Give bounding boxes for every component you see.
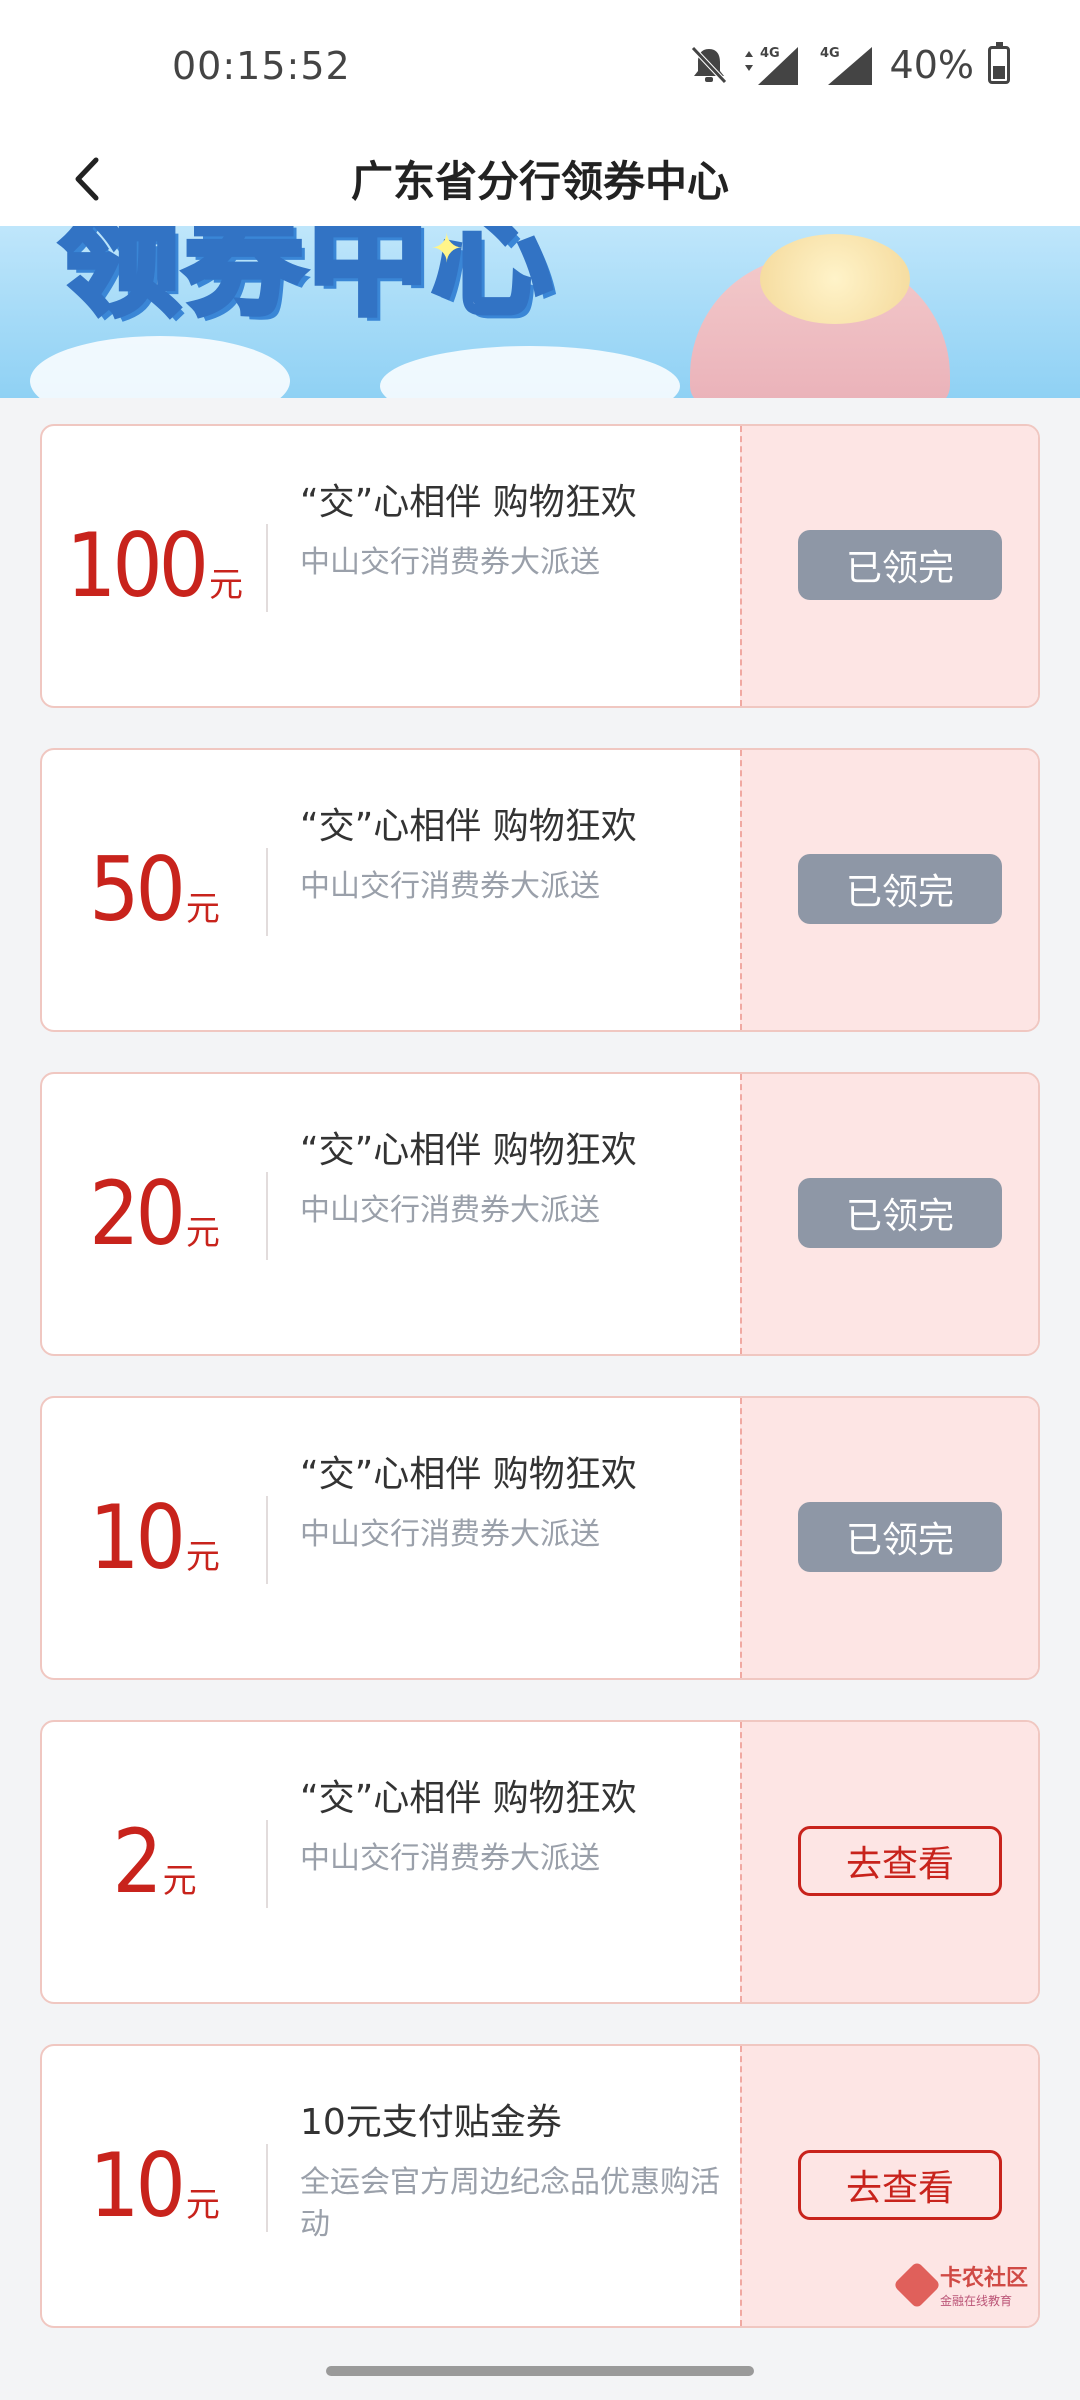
divider bbox=[266, 848, 268, 936]
coupon-title: “交”心相伴 购物狂欢 bbox=[300, 1454, 637, 1495]
network-label-1: 4G bbox=[760, 46, 780, 61]
coupon-card: 50 元 “交”心相伴 购物狂欢 中山交行消费券大派送 已领完 bbox=[40, 748, 1040, 1032]
coupon-title: “交”心相伴 购物狂欢 bbox=[300, 1130, 637, 1171]
view-coupon-button[interactable]: 去查看 bbox=[798, 2150, 1002, 2220]
amount-value: 50 bbox=[89, 838, 186, 941]
coupon-list: 100 元 “交”心相伴 购物狂欢 中山交行消费券大派送 已领完 50 元 “交… bbox=[40, 424, 1040, 2368]
amount-unit: 元 bbox=[185, 1212, 220, 1253]
coupon-amount: 10 元 bbox=[42, 2046, 267, 2326]
network-label-2: 4G bbox=[820, 46, 840, 61]
coupon-info: “交”心相伴 购物狂欢 中山交行消费券大派送 bbox=[300, 1774, 730, 1880]
bell-off-icon bbox=[690, 46, 727, 84]
signal-icon: 4G bbox=[744, 46, 798, 85]
coupon-info: “交”心相伴 购物狂欢 中山交行消费券大派送 bbox=[300, 478, 730, 584]
claimed-out-button[interactable]: 已领完 bbox=[798, 854, 1002, 924]
status-bar: 00:15:52 4G 4G 40% bbox=[0, 0, 1080, 130]
coupon-card: 100 元 “交”心相伴 购物狂欢 中山交行消费券大派送 已领完 bbox=[40, 424, 1040, 708]
coupon-subtitle: 中山交行消费券大派送 bbox=[300, 1841, 600, 1876]
coupon-title: “交”心相伴 购物狂欢 bbox=[300, 806, 637, 847]
coupon-stub: 去查看 bbox=[740, 1722, 1038, 2002]
coupon-subtitle: 中山交行消费券大派送 bbox=[300, 1517, 600, 1552]
amount-value: 10 bbox=[89, 1486, 186, 1589]
amount-unit: 元 bbox=[185, 888, 220, 929]
divider bbox=[266, 2144, 268, 2232]
coupon-stub: 已领完 bbox=[740, 1398, 1038, 1678]
app-header: 广东省分行领券中心 bbox=[0, 130, 1080, 226]
amount-unit: 元 bbox=[185, 2184, 220, 2225]
watermark-subtitle: 金融在线教育 bbox=[940, 2294, 1013, 2308]
coupon-info: “交”心相伴 购物狂欢 中山交行消费券大派送 bbox=[300, 802, 730, 908]
coupon-stub: 已领完 bbox=[740, 426, 1038, 706]
view-coupon-button[interactable]: 去查看 bbox=[798, 1826, 1002, 1896]
claimed-out-button[interactable]: 已领完 bbox=[798, 530, 1002, 600]
coupon-subtitle: 中山交行消费券大派送 bbox=[300, 869, 600, 904]
coupon-info: 10元支付贴金券 全运会官方周边纪念品优惠购活动 bbox=[300, 2098, 730, 2246]
divider bbox=[266, 1496, 268, 1584]
coupon-info: “交”心相伴 购物狂欢 中山交行消费券大派送 bbox=[300, 1126, 730, 1232]
coupon-card: 2 元 “交”心相伴 购物狂欢 中山交行消费券大派送 去查看 bbox=[40, 1720, 1040, 2004]
watermark: 卡农社区 金融在线教育 bbox=[892, 2260, 1029, 2309]
coupon-amount: 20 元 bbox=[42, 1074, 267, 1354]
home-indicator[interactable] bbox=[326, 2366, 754, 2376]
coupon-title: “交”心相伴 购物狂欢 bbox=[300, 482, 637, 523]
coupon-amount: 10 元 bbox=[42, 1398, 267, 1678]
coupon-subtitle: 中山交行消费券大派送 bbox=[300, 1193, 600, 1228]
battery-percent: 40% bbox=[889, 43, 974, 87]
coupon-card: 10 元 “交”心相伴 购物狂欢 中山交行消费券大派送 已领完 bbox=[40, 1396, 1040, 1680]
status-time: 00:15:52 bbox=[172, 44, 351, 88]
amount-unit: 元 bbox=[185, 1536, 220, 1577]
battery-icon bbox=[988, 42, 1010, 84]
coupon-title: 10元支付贴金券 bbox=[300, 2102, 562, 2143]
coupon-title: “交”心相伴 购物狂欢 bbox=[300, 1778, 637, 1819]
coupon-stub: 已领完 bbox=[740, 750, 1038, 1030]
watermark-logo-icon bbox=[892, 2260, 942, 2309]
divider bbox=[266, 1172, 268, 1260]
amount-value: 100 bbox=[65, 514, 209, 617]
watermark-title: 卡农社区 bbox=[940, 2266, 1029, 2291]
claimed-out-button[interactable]: 已领完 bbox=[798, 1502, 1002, 1572]
coupon-stub: 已领完 bbox=[740, 1074, 1038, 1354]
amount-value: 20 bbox=[89, 1162, 186, 1265]
coupon-subtitle: 中山交行消费券大派送 bbox=[300, 545, 600, 580]
amount-unit: 元 bbox=[209, 564, 244, 605]
amount-unit: 元 bbox=[162, 1860, 197, 1901]
claimed-out-button[interactable]: 已领完 bbox=[798, 1178, 1002, 1248]
amount-value: 10 bbox=[89, 2134, 186, 2237]
coupon-amount: 50 元 bbox=[42, 750, 267, 1030]
banner-image: 领券中心 ✦ bbox=[0, 226, 1080, 398]
coupon-amount: 100 元 bbox=[42, 426, 267, 706]
banner-text: 领券中心 bbox=[57, 226, 556, 335]
divider bbox=[266, 1820, 268, 1908]
coupon-amount: 2 元 bbox=[42, 1722, 267, 2002]
page-title: 广东省分行领券中心 bbox=[350, 157, 729, 206]
star-icon: ✦ bbox=[430, 226, 464, 272]
signal-icon-2: 4G bbox=[820, 46, 872, 85]
coupon-card: 10 元 10元支付贴金券 全运会官方周边纪念品优惠购活动 去查看 bbox=[40, 2044, 1040, 2328]
status-icons: 4G 4G 40% bbox=[690, 40, 1010, 90]
coupon-subtitle: 全运会官方周边纪念品优惠购活动 bbox=[300, 2165, 720, 2242]
amount-value: 2 bbox=[112, 1810, 162, 1913]
gift-bow-illustration bbox=[760, 234, 910, 324]
coupon-card: 20 元 “交”心相伴 购物狂欢 中山交行消费券大派送 已领完 bbox=[40, 1072, 1040, 1356]
coupon-info: “交”心相伴 购物狂欢 中山交行消费券大派送 bbox=[300, 1450, 730, 1556]
divider bbox=[266, 524, 268, 612]
